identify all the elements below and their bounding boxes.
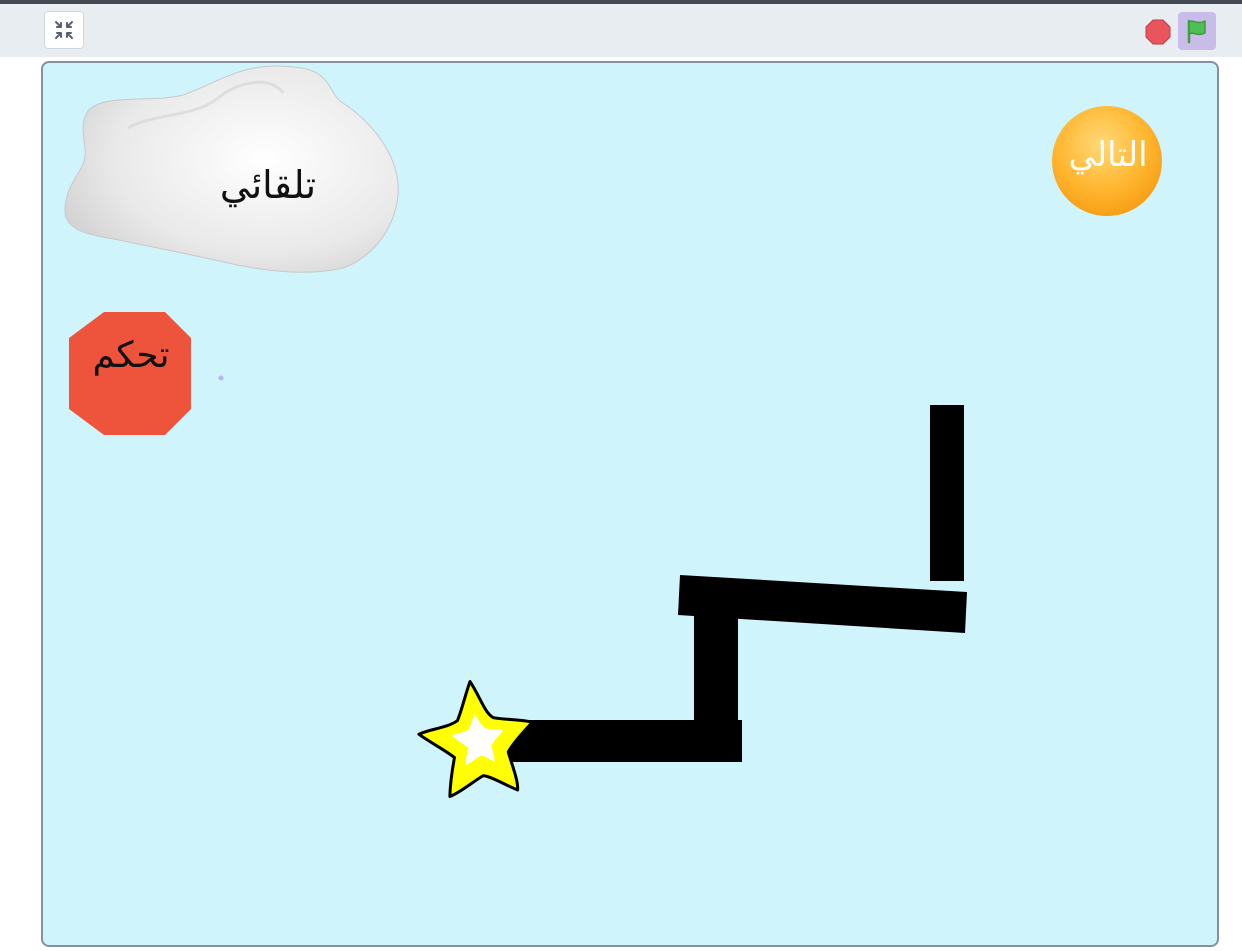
green-flag-button[interactable] bbox=[1178, 12, 1216, 50]
cloud-button-label[interactable]: تلقائي bbox=[218, 163, 318, 207]
path-vertical-right bbox=[930, 405, 964, 581]
stop-button[interactable] bbox=[1145, 19, 1171, 45]
unfullscreen-icon bbox=[55, 21, 73, 39]
stage[interactable]: تلقائي التالي تحكم bbox=[41, 61, 1219, 947]
unfullscreen-button[interactable] bbox=[44, 11, 84, 49]
control-button-label[interactable]: تحكم bbox=[73, 335, 189, 376]
dot-marker bbox=[218, 375, 224, 381]
next-button-label[interactable]: التالي bbox=[1053, 135, 1163, 175]
green-flag-icon bbox=[1187, 19, 1206, 44]
stage-toolbar bbox=[0, 4, 1242, 57]
stop-icon bbox=[1145, 19, 1171, 45]
path-segments bbox=[483, 405, 967, 762]
